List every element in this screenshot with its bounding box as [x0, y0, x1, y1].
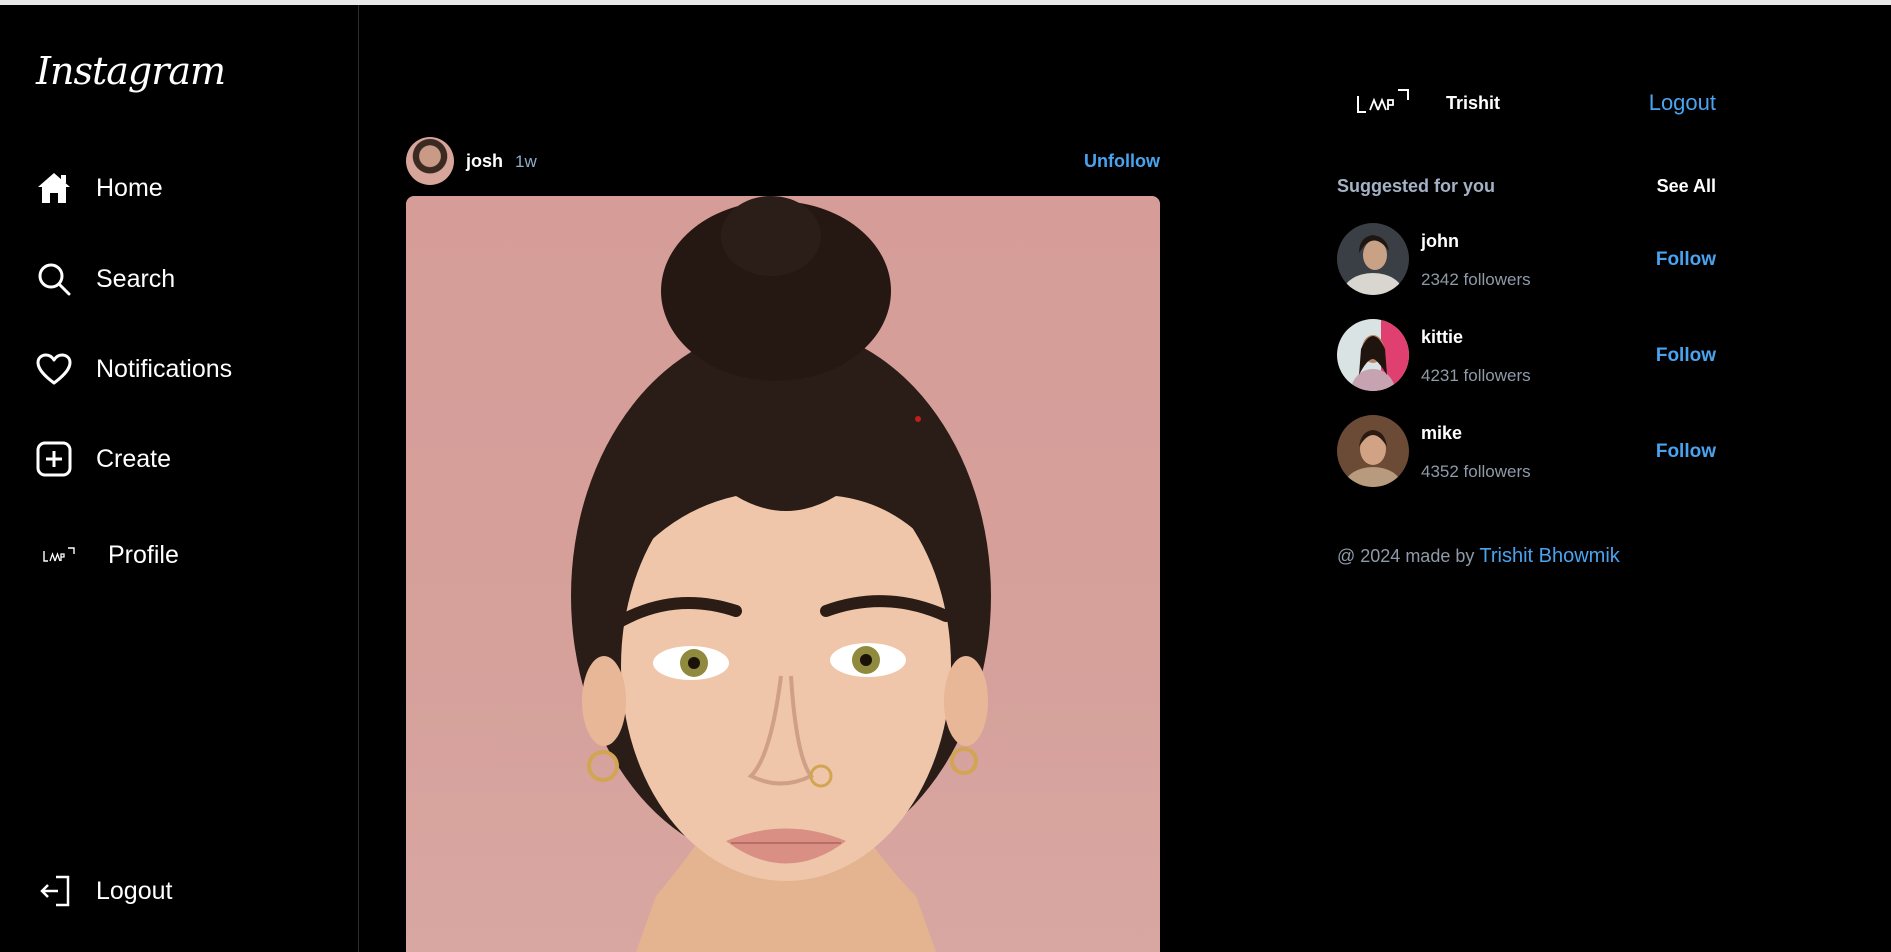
current-user-row: Trishit Logout: [1352, 84, 1716, 118]
footer-author-link[interactable]: Trishit Bhowmik: [1479, 545, 1619, 567]
sidebar-item-search[interactable]: Search: [36, 261, 175, 297]
suggestion-followers: 4231 followers: [1421, 366, 1531, 385]
search-icon: [36, 261, 72, 297]
follow-button[interactable]: Follow: [1656, 249, 1716, 271]
profile-logo-icon[interactable]: [1354, 86, 1414, 116]
suggestion-name[interactable]: mike: [1421, 423, 1462, 444]
footer-prefix: @ 2024 made by: [1337, 546, 1475, 566]
unfollow-button[interactable]: Unfollow: [1084, 151, 1160, 172]
avatar[interactable]: [406, 137, 454, 185]
post-image[interactable]: [406, 196, 1160, 952]
sidebar-item-label: Search: [96, 264, 176, 293]
heart-icon: [36, 351, 72, 387]
follow-button[interactable]: Follow: [1656, 345, 1716, 367]
instagram-logo[interactable]: Instagram: [36, 49, 226, 93]
logout-icon: [36, 873, 72, 909]
suggestion-followers: 4352 followers: [1421, 462, 1531, 481]
post-header: josh 1w Unfollow: [406, 137, 1160, 185]
logout-button[interactable]: Logout: [1649, 90, 1716, 116]
sidebar: Instagram Home Search Notifications Crea…: [0, 5, 359, 952]
current-username[interactable]: Trishit: [1446, 93, 1500, 114]
sidebar-item-label: Profile: [108, 540, 179, 569]
avatar[interactable]: [1337, 319, 1409, 391]
see-all-button[interactable]: See All: [1657, 176, 1716, 197]
suggestion-item: john 2342 followers Follow: [1337, 223, 1716, 297]
suggestion-name[interactable]: john: [1421, 231, 1459, 252]
logout-label: Logout: [96, 876, 173, 905]
sidebar-item-create[interactable]: Create: [36, 441, 171, 477]
sidebar-item-profile[interactable]: Profile: [36, 537, 179, 573]
avatar[interactable]: [1337, 415, 1409, 487]
suggestion-followers: 2342 followers: [1421, 270, 1531, 289]
post-username[interactable]: josh: [466, 151, 503, 172]
suggestions-header: Suggested for you See All: [1337, 176, 1716, 197]
sidebar-logout[interactable]: Logout: [36, 873, 172, 909]
plus-square-icon: [36, 441, 72, 477]
sidebar-item-label: Notifications: [96, 354, 233, 383]
follow-button[interactable]: Follow: [1656, 441, 1716, 463]
sidebar-item-home[interactable]: Home: [36, 170, 163, 206]
profile-logo-icon: [36, 537, 84, 573]
suggestion-item: kittie 4231 followers Follow: [1337, 319, 1716, 393]
suggestions-title: Suggested for you: [1337, 176, 1496, 196]
home-icon: [36, 170, 72, 206]
post-time: 1w: [515, 152, 537, 171]
suggestion-name[interactable]: kittie: [1421, 327, 1463, 348]
sidebar-item-label: Home: [96, 173, 163, 202]
suggestion-item: mike 4352 followers Follow: [1337, 415, 1716, 489]
sidebar-item-notifications[interactable]: Notifications: [36, 351, 232, 387]
sidebar-item-label: Create: [96, 444, 172, 473]
avatar[interactable]: [1337, 223, 1409, 295]
footer-credit: @ 2024 made by Trishit Bhowmik: [1337, 545, 1620, 568]
